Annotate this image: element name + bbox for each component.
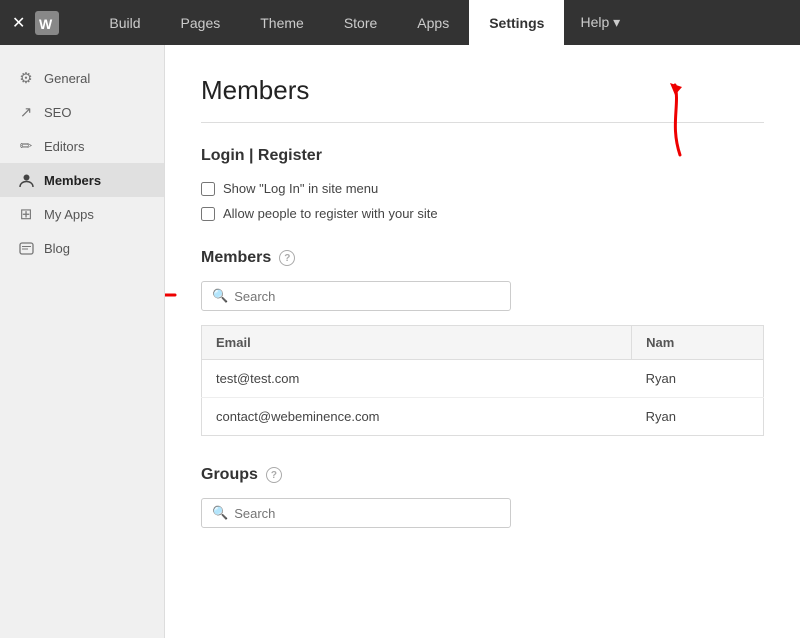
top-nav-items: Build Pages Theme Store Apps Settings He…: [89, 0, 788, 45]
seo-icon: ↗: [18, 104, 34, 120]
nav-pages[interactable]: Pages: [161, 0, 241, 45]
members-table: Email Nam test@test.comRyancontact@webem…: [201, 325, 764, 436]
nav-settings[interactable]: Settings: [469, 0, 564, 45]
nav-build[interactable]: Build: [89, 0, 160, 45]
groups-section-header: Groups ?: [201, 466, 764, 484]
members-help-icon[interactable]: ?: [279, 250, 295, 266]
groups-search-icon: 🔍: [212, 505, 228, 521]
name-cell: Ryan: [632, 360, 764, 398]
allow-register-checkbox[interactable]: [201, 207, 215, 221]
members-section-title-text: Members: [201, 249, 271, 267]
close-button[interactable]: ✕: [12, 13, 25, 33]
main-layout: ⚙ General ↗ SEO ✏ Editors Members ⊞ My A…: [0, 45, 800, 638]
sidebar-item-editors-label: Editors: [44, 139, 84, 154]
sidebar-item-seo[interactable]: ↗ SEO: [0, 95, 164, 129]
pencil-icon: ✏: [18, 138, 34, 154]
sidebar-item-my-apps-label: My Apps: [44, 207, 94, 222]
svg-text:W: W: [39, 16, 53, 32]
page-title: Members: [201, 75, 764, 106]
show-login-checkbox[interactable]: [201, 182, 215, 196]
sidebar-item-blog-label: Blog: [44, 241, 70, 256]
sidebar-item-general[interactable]: ⚙ General: [0, 61, 164, 95]
allow-register-label: Allow people to register with your site: [223, 206, 438, 221]
sidebar-item-blog[interactable]: Blog: [0, 231, 164, 265]
annotation-arrow-left: [165, 265, 185, 328]
members-section-header: Members ?: [201, 249, 764, 267]
groups-help-icon[interactable]: ?: [266, 467, 282, 483]
name-column-header: Nam: [632, 326, 764, 360]
logo: W: [35, 11, 59, 35]
sidebar: ⚙ General ↗ SEO ✏ Editors Members ⊞ My A…: [0, 45, 165, 638]
sidebar-item-members-label: Members: [44, 173, 101, 188]
sidebar-item-seo-label: SEO: [44, 105, 71, 120]
members-search-box[interactable]: 🔍: [201, 281, 511, 311]
nav-apps[interactable]: Apps: [397, 0, 469, 45]
sidebar-item-editors[interactable]: ✏ Editors: [0, 129, 164, 163]
title-divider: [201, 122, 764, 123]
name-cell: Ryan: [632, 398, 764, 436]
allow-register-row: Allow people to register with your site: [201, 206, 764, 221]
person-icon: [18, 172, 34, 188]
groups-search-input[interactable]: [234, 506, 500, 521]
sidebar-item-members[interactable]: Members: [0, 163, 164, 197]
members-section: Members ? 🔍 Email Nam test@test.comRyanc…: [201, 249, 764, 436]
table-header-row: Email Nam: [202, 326, 764, 360]
email-cell: test@test.com: [202, 360, 632, 398]
show-login-row: Show "Log In" in site menu: [201, 181, 764, 196]
table-row: contact@webeminence.comRyan: [202, 398, 764, 436]
members-search-input[interactable]: [234, 289, 500, 304]
groups-search-box[interactable]: 🔍: [201, 498, 511, 528]
nav-store[interactable]: Store: [324, 0, 397, 45]
email-column-header: Email: [202, 326, 632, 360]
show-login-label: Show "Log In" in site menu: [223, 181, 378, 196]
nav-help[interactable]: Help ▾: [564, 0, 636, 45]
top-nav: ✕ W Build Pages Theme Store Apps Setting…: [0, 0, 800, 45]
groups-section: Groups ? 🔍: [201, 466, 764, 528]
email-cell: contact@webeminence.com: [202, 398, 632, 436]
nav-theme[interactable]: Theme: [240, 0, 324, 45]
login-register-title: Login | Register: [201, 147, 764, 165]
main-content: Members Login | Register Show "Log In" i…: [165, 45, 800, 638]
login-register-section: Login | Register Show "Log In" in site m…: [201, 147, 764, 221]
table-row: test@test.comRyan: [202, 360, 764, 398]
blog-icon: [18, 240, 34, 256]
search-icon: 🔍: [212, 288, 228, 304]
sidebar-item-general-label: General: [44, 71, 90, 86]
apps-icon: ⊞: [18, 206, 34, 222]
groups-section-title-text: Groups: [201, 466, 258, 484]
gear-icon: ⚙: [18, 70, 34, 86]
sidebar-item-my-apps[interactable]: ⊞ My Apps: [0, 197, 164, 231]
